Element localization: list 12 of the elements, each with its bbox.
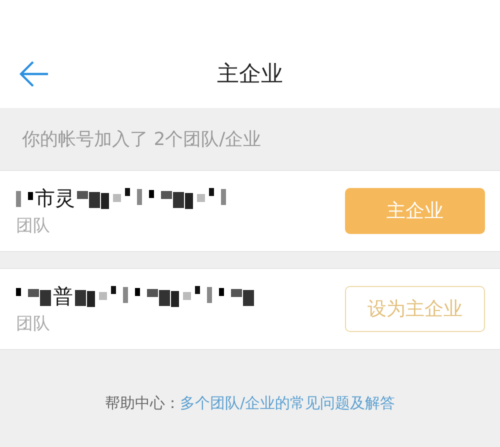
team-name: 市灵: [35, 185, 75, 212]
team-name: 普: [53, 283, 73, 310]
notice-text: 你的帐号加入了 2个团队/企业: [21, 128, 262, 152]
help-link[interactable]: 多个团队/企业的常见问题及解答: [180, 394, 396, 413]
primary-enterprise-button[interactable]: 设为主企业: [345, 286, 485, 332]
redaction-mosaic: [16, 288, 51, 306]
primary-enterprise-button[interactable]: 主企业: [345, 188, 485, 234]
team-type: 团队: [16, 313, 51, 335]
page-title: 主企业: [217, 61, 283, 89]
team-type: 团队: [16, 215, 51, 237]
help-label: 帮助中心：: [104, 394, 180, 413]
redaction-mosaic: [16, 190, 33, 206]
